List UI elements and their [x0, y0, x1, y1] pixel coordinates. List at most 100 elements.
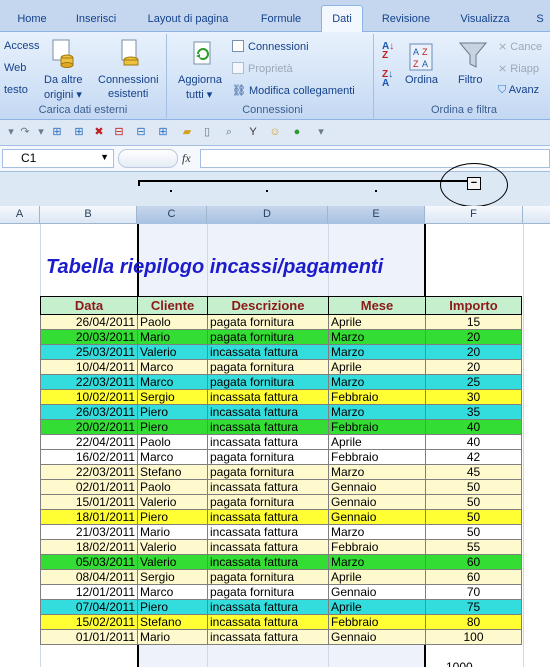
cell-descrizione[interactable]: incassata fattura — [207, 479, 329, 495]
cell-cliente[interactable]: Valerio — [137, 554, 208, 570]
cell-cliente[interactable]: Valerio — [137, 494, 208, 510]
aggiorna-tutti-label-1[interactable]: Aggiorna — [178, 74, 222, 86]
cell-mese[interactable]: Gennaio — [328, 629, 426, 645]
insert-function-icon[interactable]: fx — [182, 151, 191, 166]
cell-cliente[interactable]: Mario — [137, 329, 208, 345]
cell-importo[interactable]: 50 — [425, 494, 522, 510]
cell-cliente[interactable]: Piero — [137, 419, 208, 435]
formula-bar-resize-handle[interactable] — [118, 149, 178, 168]
cell-mese[interactable]: Marzo — [328, 374, 426, 390]
cell-descrizione[interactable]: incassata fattura — [207, 389, 329, 405]
cell-descrizione[interactable]: pagata fornitura — [207, 464, 329, 480]
print-preview-icon[interactable]: ⌕ — [222, 125, 236, 139]
group-rows-icon[interactable]: ⊞ — [50, 125, 64, 139]
cell-date[interactable]: 15/02/2011 — [40, 614, 138, 630]
da-altre-origini-label-1[interactable]: Da altre — [44, 74, 83, 86]
proprieta-button[interactable]: Proprietà — [232, 62, 293, 75]
cell-cliente[interactable]: Marco — [137, 584, 208, 600]
cell-descrizione[interactable]: incassata fattura — [207, 554, 329, 570]
cell-descrizione[interactable]: incassata fattura — [207, 629, 329, 645]
undo-dropdown-icon[interactable]: ▾ — [4, 125, 18, 139]
web-button[interactable]: Web — [4, 62, 26, 74]
cell-mese[interactable]: Aprile — [328, 569, 426, 585]
cell-mese[interactable]: Marzo — [328, 464, 426, 480]
cell-mese[interactable]: Febbraio — [328, 419, 426, 435]
cell-importo[interactable]: 100 — [425, 629, 522, 645]
cell-mese[interactable]: Aprile — [328, 599, 426, 615]
outline-icon[interactable]: ⊞ — [72, 125, 86, 139]
formula-input[interactable] — [200, 149, 550, 168]
tab-home[interactable]: Home — [8, 8, 56, 32]
cell-date[interactable]: 10/04/2011 — [40, 359, 138, 375]
column-header-f[interactable]: F — [425, 206, 523, 224]
cell-descrizione[interactable]: pagata fornitura — [207, 584, 329, 600]
cell-mese[interactable]: Febbraio — [328, 389, 426, 405]
cell-mese[interactable]: Gennaio — [328, 479, 426, 495]
new-document-icon[interactable]: ▯ — [200, 125, 214, 139]
cell-importo[interactable]: 60 — [425, 554, 522, 570]
cell-date[interactable]: 02/01/2011 — [40, 479, 138, 495]
cell-cliente[interactable]: Stefano — [137, 464, 208, 480]
connessioni-esistenti-label-1[interactable]: Connessioni — [98, 74, 159, 86]
database-other-sources-icon[interactable] — [50, 38, 76, 68]
tab-formule[interactable]: Formule — [252, 8, 310, 32]
aggiorna-tutti-label-2[interactable]: tutti ▾ — [186, 88, 212, 101]
filtro-button[interactable]: Filtro — [458, 74, 482, 86]
column-header-a[interactable]: A — [0, 206, 40, 224]
cell-date[interactable]: 20/02/2011 — [40, 419, 138, 435]
cell-date[interactable]: 05/03/2011 — [40, 554, 138, 570]
cell-importo[interactable]: 40 — [425, 434, 522, 450]
header-importo[interactable]: Importo — [425, 296, 522, 315]
cell-importo[interactable]: 35 — [425, 404, 522, 420]
tab-more[interactable]: S — [530, 8, 550, 32]
cell-mese[interactable]: Marzo — [328, 524, 426, 540]
cell-date[interactable]: 20/03/2011 — [40, 329, 138, 345]
cell-importo[interactable]: 70 — [425, 584, 522, 600]
cell-descrizione[interactable]: incassata fattura — [207, 404, 329, 420]
cell-descrizione[interactable]: incassata fattura — [207, 434, 329, 450]
tab-visualizza[interactable]: Visualizza — [452, 8, 518, 32]
cell-cliente[interactable]: Mario — [137, 629, 208, 645]
cell-descrizione[interactable]: incassata fattura — [207, 539, 329, 555]
cell-mese[interactable]: Aprile — [328, 434, 426, 450]
cell-cliente[interactable]: Paolo — [137, 479, 208, 495]
cell-cliente[interactable]: Piero — [137, 509, 208, 525]
delete-rows-icon[interactable]: ✖ — [92, 125, 106, 139]
cell-mese[interactable]: Gennaio — [328, 494, 426, 510]
worksheet-grid[interactable]: Tabella riepilogo incassi/pagamenti Data… — [0, 224, 550, 667]
cell-mese[interactable]: Febbraio — [328, 449, 426, 465]
cell-date[interactable]: 01/01/2011 — [40, 629, 138, 645]
cell-importo[interactable]: 75 — [425, 599, 522, 615]
customize-toolbar-icon[interactable]: ▾ — [314, 125, 328, 139]
cell-importo[interactable]: 30 — [425, 389, 522, 405]
sort-az-icon[interactable]: A↓ Z — [382, 42, 394, 61]
cell-mese[interactable]: Aprile — [328, 359, 426, 375]
existing-connections-icon[interactable] — [117, 38, 143, 68]
connessioni-esistenti-label-2[interactable]: esistenti — [108, 88, 148, 100]
cell-importo[interactable]: 25 — [425, 374, 522, 390]
delete-columns-icon[interactable]: ⊟ — [112, 125, 126, 139]
cell-importo[interactable]: 42 — [425, 449, 522, 465]
column-header-d[interactable]: D — [207, 206, 328, 224]
cell-date[interactable]: 18/02/2011 — [40, 539, 138, 555]
header-mese[interactable]: Mese — [328, 296, 426, 315]
cell-cliente[interactable]: Paolo — [137, 314, 208, 330]
cell-importo[interactable]: 40 — [425, 419, 522, 435]
cell-cliente[interactable]: Sergio — [137, 569, 208, 585]
cell-date[interactable]: 16/02/2011 — [40, 449, 138, 465]
cell-mese[interactable]: Aprile — [328, 314, 426, 330]
insert-rows-icon[interactable]: ⊟ — [134, 125, 148, 139]
cell-mese[interactable]: Marzo — [328, 404, 426, 420]
redo-dropdown-icon[interactable]: ▾ — [34, 125, 48, 139]
filter-toggle-icon[interactable]: Y — [246, 125, 260, 139]
cell-importo[interactable]: 45 — [425, 464, 522, 480]
cell-cliente[interactable]: Valerio — [137, 539, 208, 555]
testo-button[interactable]: testo — [4, 84, 28, 96]
cancella-button[interactable]: ⨯ Cance — [498, 40, 542, 53]
column-header-c[interactable]: C — [137, 206, 207, 224]
filter-funnel-icon[interactable] — [458, 40, 488, 70]
access-button[interactable]: Access — [4, 40, 39, 52]
cell-importo[interactable]: 20 — [425, 344, 522, 360]
cell-cliente[interactable]: Valerio — [137, 344, 208, 360]
cell-date[interactable]: 15/01/2011 — [40, 494, 138, 510]
